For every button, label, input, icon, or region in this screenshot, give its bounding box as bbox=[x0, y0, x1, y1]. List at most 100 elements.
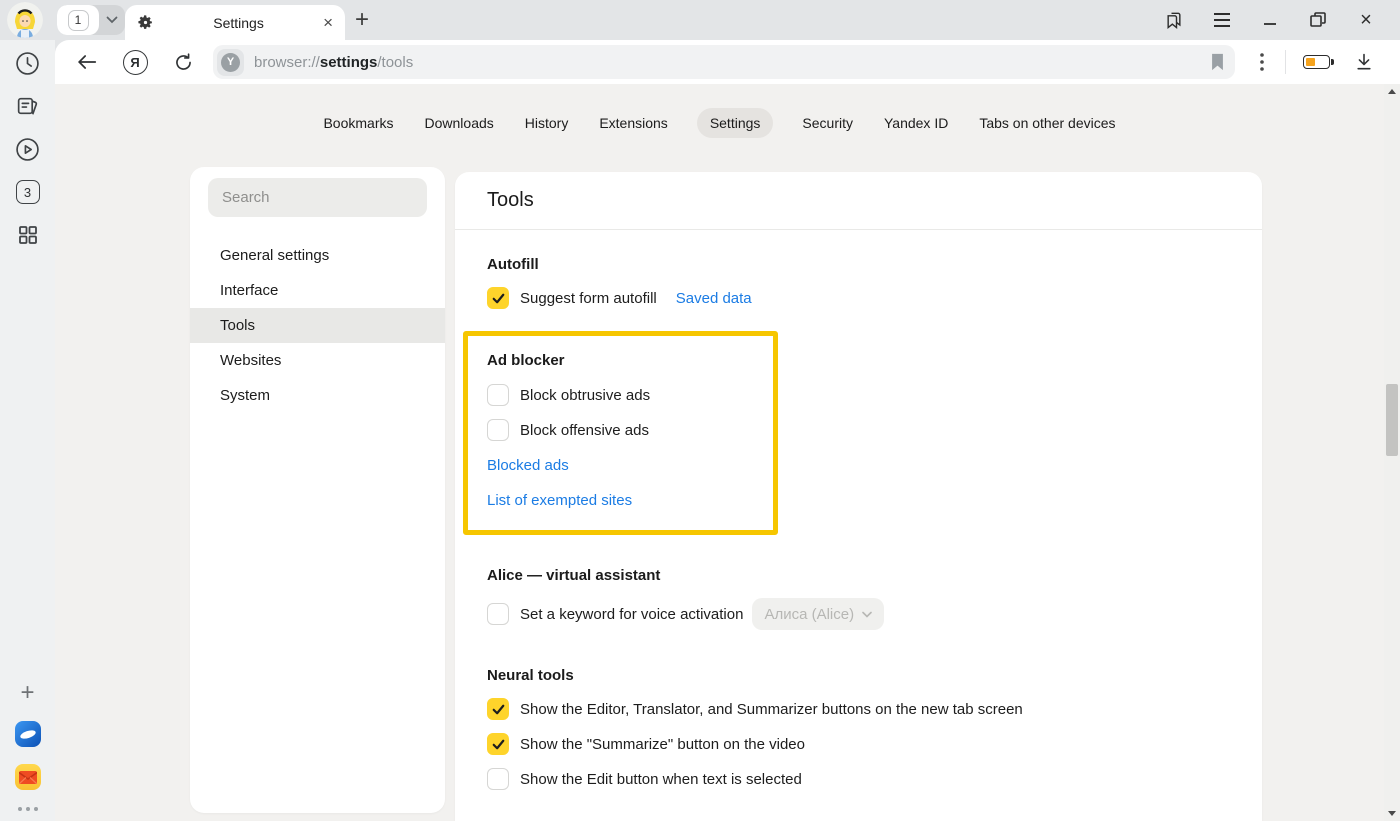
autofill-heading: Autofill bbox=[487, 256, 1230, 273]
back-button[interactable] bbox=[63, 40, 111, 84]
checkmark-icon bbox=[491, 703, 506, 716]
url-path: /tools bbox=[377, 54, 413, 71]
video-button[interactable] bbox=[15, 136, 41, 162]
minimize-button[interactable] bbox=[1246, 0, 1294, 40]
page-title: Tools bbox=[487, 189, 534, 212]
yandex-ya-icon: Я bbox=[123, 50, 148, 75]
alice-keyword-checkbox[interactable] bbox=[487, 603, 509, 625]
nav-tab-yandex-id[interactable]: Yandex ID bbox=[882, 108, 950, 138]
nav-tab-downloads[interactable]: Downloads bbox=[423, 108, 496, 138]
clock-icon bbox=[15, 51, 40, 76]
restore-button[interactable] bbox=[1294, 0, 1342, 40]
url-text[interactable]: browser://settings/tools bbox=[254, 54, 1210, 71]
tab-list-dropdown[interactable] bbox=[99, 5, 125, 35]
neural-row-summarize: Show the "Summarize" button on the video bbox=[487, 733, 1230, 755]
tab-stack-count: 3 bbox=[16, 180, 40, 204]
alice-heading: Alice — virtual assistant bbox=[487, 567, 1230, 584]
neural-edit-checkbox[interactable] bbox=[487, 768, 509, 790]
alice-keyword-row: Set a keyword for voice activation Алиса… bbox=[487, 598, 1230, 630]
category-tools[interactable]: Tools bbox=[190, 308, 445, 343]
tabs-panel-button[interactable]: 3 bbox=[15, 179, 41, 205]
search-input[interactable] bbox=[222, 189, 413, 206]
hamburger-icon bbox=[1213, 13, 1231, 27]
envelope-icon bbox=[19, 771, 37, 784]
nav-tab-security[interactable]: Security bbox=[800, 108, 855, 138]
yandex-mail-app-icon[interactable] bbox=[15, 764, 41, 790]
ad-blocker-heading: Ad blocker bbox=[487, 352, 773, 369]
block-obtrusive-row: Block obtrusive ads bbox=[487, 384, 773, 406]
neural-tools-heading: Neural tools bbox=[487, 667, 1230, 684]
address-bar[interactable]: Y browser://settings/tools bbox=[213, 45, 1235, 79]
tools-settings-panel: Tools Autofill bbox=[455, 172, 1262, 821]
neural-editor-label: Show the Editor, Translator, and Summari… bbox=[520, 701, 1023, 718]
nav-tab-bookmarks[interactable]: Bookmarks bbox=[321, 108, 395, 138]
category-general-settings[interactable]: General settings bbox=[190, 238, 445, 273]
neural-summarize-checkbox[interactable] bbox=[487, 733, 509, 755]
add-panel-button[interactable]: + bbox=[20, 679, 34, 707]
alice-section: Alice — virtual assistant Set a keyword … bbox=[487, 567, 1230, 630]
yandex-disk-app-icon[interactable] bbox=[15, 721, 41, 747]
block-offensive-checkbox[interactable] bbox=[487, 419, 509, 441]
alice-avatar-icon bbox=[7, 2, 43, 38]
history-button[interactable] bbox=[15, 50, 41, 76]
panels-icon bbox=[1164, 10, 1184, 30]
more-apps-button[interactable] bbox=[18, 807, 38, 811]
category-websites[interactable]: Websites bbox=[190, 343, 445, 378]
category-interface[interactable]: Interface bbox=[190, 273, 445, 308]
scroll-down-arrow[interactable] bbox=[1388, 811, 1396, 816]
browser-side-rail: 3 + bbox=[0, 40, 55, 821]
neural-edit-label: Show the Edit button when text is select… bbox=[520, 771, 802, 788]
settings-category-list: General settings Interface Tools Website… bbox=[190, 238, 445, 413]
checkmark-icon bbox=[491, 738, 506, 751]
alice-keyword-label: Set a keyword for voice activation bbox=[520, 606, 743, 623]
gear-icon bbox=[137, 14, 154, 31]
close-window-button[interactable]: × bbox=[1342, 0, 1390, 40]
alice-keyword-dropdown[interactable]: Алиса (Alice) bbox=[752, 598, 884, 630]
menu-button[interactable] bbox=[1198, 0, 1246, 40]
neural-editor-checkbox[interactable] bbox=[487, 698, 509, 720]
side-panels-button[interactable] bbox=[1150, 0, 1198, 40]
bookmark-flag-icon[interactable] bbox=[1210, 53, 1225, 71]
tab-counter[interactable]: 1 bbox=[57, 5, 125, 35]
nav-tab-settings[interactable]: Settings bbox=[697, 108, 774, 138]
saved-data-link[interactable]: Saved data bbox=[676, 290, 752, 307]
downloads-button[interactable] bbox=[1340, 40, 1388, 84]
grid-icon bbox=[16, 223, 40, 247]
nav-tab-extensions[interactable]: Extensions bbox=[597, 108, 669, 138]
more-options-button[interactable] bbox=[1245, 40, 1279, 84]
neural-tools-section: Neural tools Show the Editor, Translator… bbox=[487, 667, 1230, 790]
profile-avatar[interactable] bbox=[7, 2, 43, 38]
window-controls: × bbox=[1150, 0, 1390, 40]
block-offensive-label: Block offensive ads bbox=[520, 422, 649, 439]
close-tab-icon[interactable]: × bbox=[323, 14, 333, 31]
tab-counter-count[interactable]: 1 bbox=[57, 5, 99, 35]
site-badge[interactable]: Y bbox=[217, 49, 244, 76]
settings-page: Bookmarks Downloads History Extensions S… bbox=[55, 84, 1400, 821]
scroll-up-arrow[interactable] bbox=[1388, 89, 1396, 94]
suggest-autofill-checkbox[interactable] bbox=[487, 287, 509, 309]
new-tab-button[interactable]: + bbox=[355, 8, 369, 32]
feed-button[interactable] bbox=[15, 93, 41, 119]
browser-toolbar: Я Y browser://settings/tools bbox=[55, 40, 1400, 84]
page-scrollbar[interactable] bbox=[1384, 84, 1400, 821]
battery-saver-button[interactable] bbox=[1292, 40, 1340, 84]
tab-strip: 1 Settings × + bbox=[0, 0, 1400, 40]
kebab-menu-icon bbox=[1260, 53, 1264, 71]
yandex-search-button[interactable]: Я bbox=[111, 40, 159, 84]
blocked-ads-link[interactable]: Blocked ads bbox=[487, 455, 773, 476]
neural-row-editor: Show the Editor, Translator, and Summari… bbox=[487, 698, 1230, 720]
minimize-icon bbox=[1263, 13, 1277, 27]
settings-search[interactable] bbox=[208, 178, 427, 217]
block-obtrusive-checkbox[interactable] bbox=[487, 384, 509, 406]
scrollbar-thumb[interactable] bbox=[1386, 384, 1398, 456]
services-button[interactable] bbox=[15, 222, 41, 248]
back-arrow-icon bbox=[76, 53, 98, 71]
exempted-sites-link[interactable]: List of exempted sites bbox=[487, 490, 773, 511]
chevron-down-icon bbox=[862, 611, 872, 618]
nav-tab-other-devices[interactable]: Tabs on other devices bbox=[977, 108, 1117, 138]
nav-tab-history[interactable]: History bbox=[523, 108, 571, 138]
category-system[interactable]: System bbox=[190, 378, 445, 413]
suggest-autofill-row: Suggest form autofill Saved data bbox=[487, 287, 1230, 309]
active-tab[interactable]: Settings × bbox=[125, 5, 345, 40]
reload-button[interactable] bbox=[159, 40, 207, 84]
